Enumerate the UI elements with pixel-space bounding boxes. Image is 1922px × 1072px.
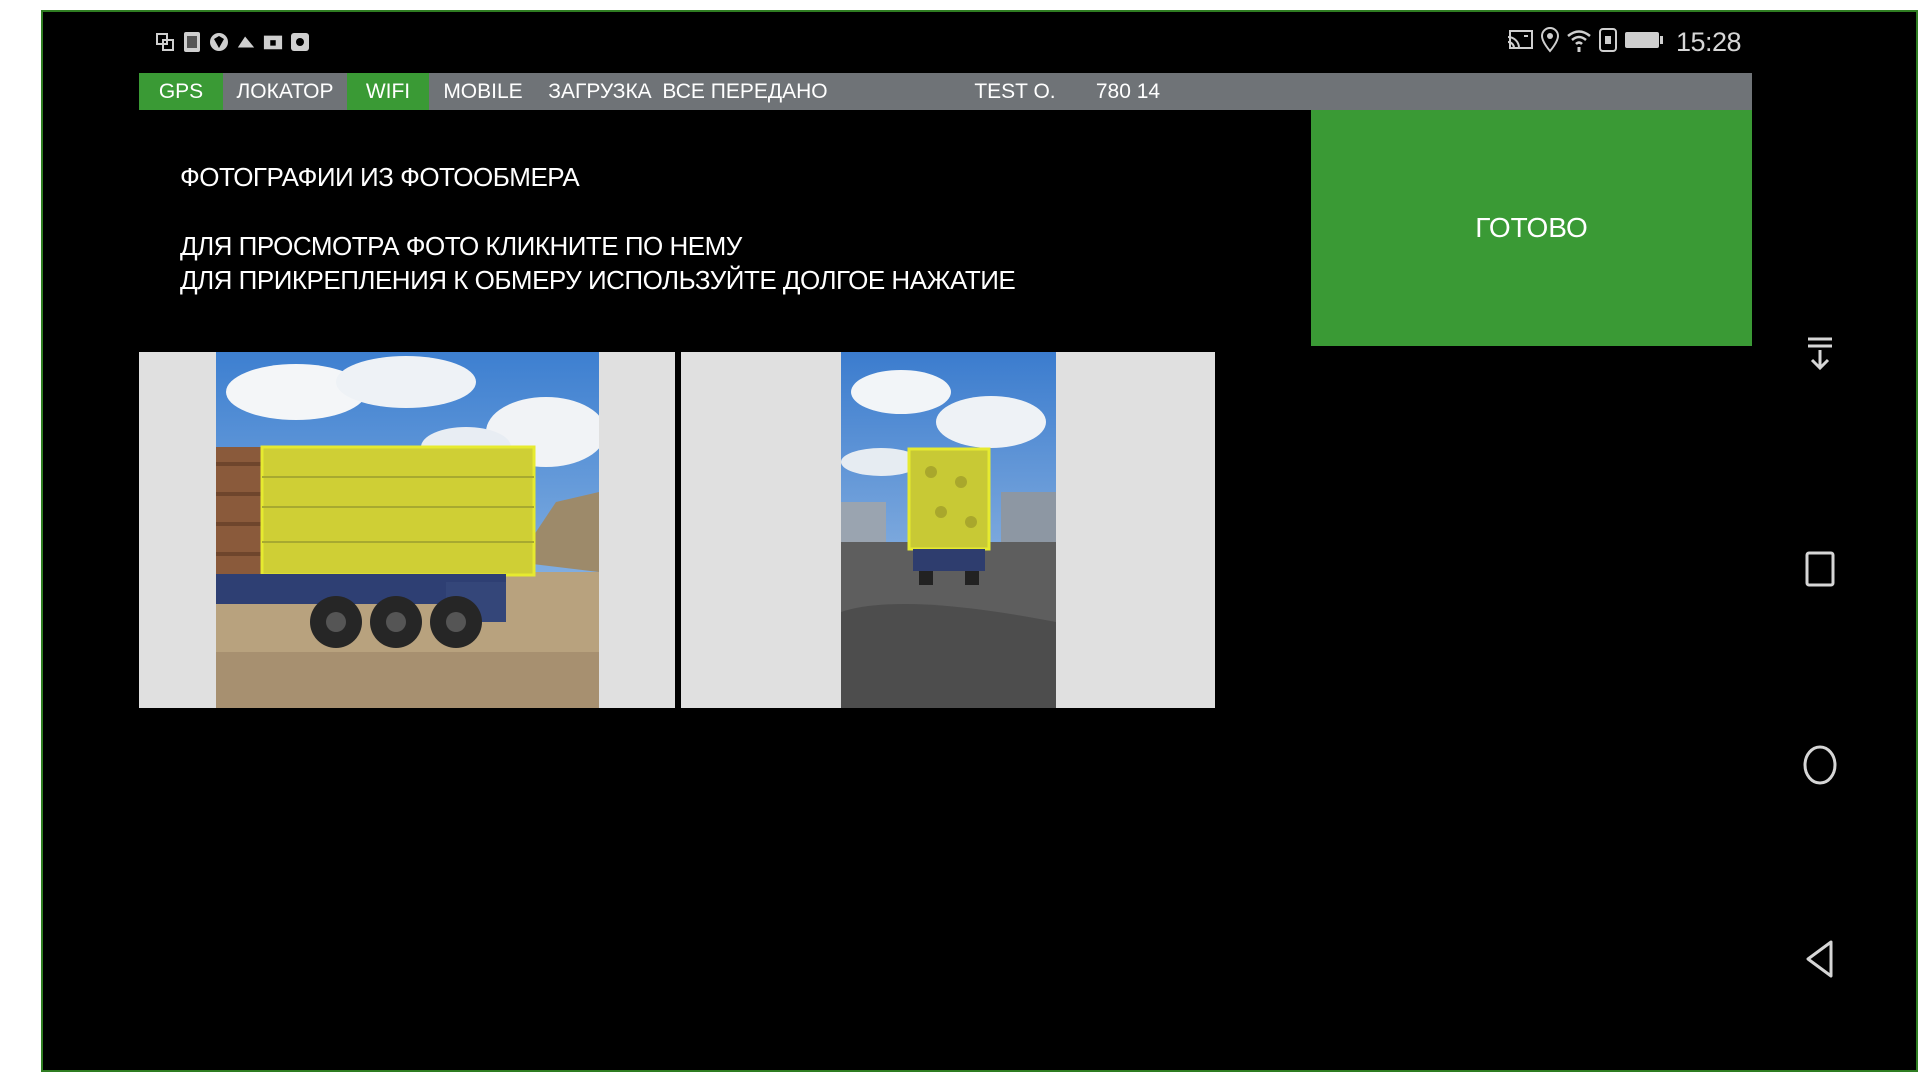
shield-icon (209, 31, 229, 53)
status-tab-bar: GPS ЛОКАТОР WIFI MOBILE ЗАГРУЗКА ВСЕ ПЕР… (139, 73, 1752, 110)
sim-icon (182, 31, 202, 53)
hint-view: ДЛЯ ПРОСМОТРА ФОТО КЛИКНИТЕ ПО НЕМУ (180, 231, 742, 261)
status-bar-right: 15:28 (1507, 26, 1742, 58)
photo-truck-rear (841, 352, 1056, 708)
battery-icon (1624, 30, 1664, 55)
page-title: ФОТОГРАФИИ ИЗ ФОТООБМЕРА (180, 162, 580, 192)
photo-thumbnail-2[interactable] (681, 352, 1215, 708)
tab-user: TEST O. (974, 79, 1056, 103)
instructions: ДЛЯ ПРОСМОТРА ФОТО КЛИКНИТЕ ПО НЕМУ ДЛЯ … (180, 229, 1016, 297)
notification-icon (155, 31, 175, 53)
status-bar-left (155, 26, 310, 58)
tab-upload[interactable]: ЗАГРУЗКА (537, 73, 663, 110)
tab-gps[interactable]: GPS (139, 73, 223, 110)
cast-icon (1507, 28, 1534, 57)
pull-down-icon[interactable] (1803, 334, 1837, 374)
app-icon (290, 31, 310, 53)
folder-icon (263, 31, 283, 53)
back-icon[interactable] (1803, 939, 1837, 979)
photo-truck-side (216, 352, 599, 708)
done-button[interactable]: ГОТОВО (1311, 110, 1752, 346)
tab-mobile[interactable]: MOBILE (429, 73, 537, 110)
tab-locator[interactable]: ЛОКАТОР (223, 73, 347, 110)
tab-all-sent[interactable]: ВСЕ ПЕРЕДАНО (662, 73, 827, 110)
nfc-icon (1599, 27, 1617, 57)
tab-spacer (827, 73, 947, 110)
clock: 15:28 (1676, 26, 1742, 57)
tab-counter: 780 14 (1095, 79, 1161, 103)
wifi-icon (1566, 27, 1592, 58)
location-icon (1540, 26, 1560, 58)
home-icon[interactable] (1803, 745, 1837, 785)
hint-attach: ДЛЯ ПРИКРЕПЛЕНИЯ К ОБМЕРУ ИСПОЛЬЗУЙТЕ ДО… (180, 265, 1016, 295)
recents-icon[interactable] (1803, 549, 1837, 589)
device-screen: 15:28 GPS ЛОКАТОР WIFI MOBILE ЗАГРУЗКА В… (41, 10, 1918, 1072)
photo-thumbnail-1[interactable] (139, 352, 675, 708)
cloud-icon (236, 31, 256, 53)
tab-wifi[interactable]: WIFI (347, 73, 429, 110)
